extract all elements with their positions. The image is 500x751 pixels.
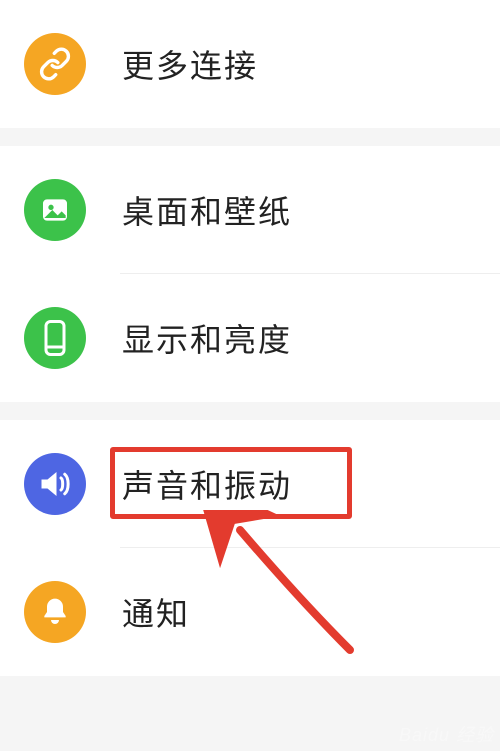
speaker-icon: [24, 453, 86, 515]
display-brightness-label: 显示和亮度: [122, 315, 292, 361]
settings-group: 桌面和壁纸 显示和亮度: [0, 146, 500, 402]
notifications-label: 通知: [122, 589, 190, 635]
more-connections-row[interactable]: 更多连接: [0, 0, 500, 128]
phone-icon: [24, 307, 86, 369]
watermark: Baidu 经验: [399, 721, 494, 747]
settings-group: 更多连接: [0, 0, 500, 128]
bell-icon: [24, 581, 86, 643]
sound-vibration-label: 声音和振动: [122, 461, 292, 507]
settings-group: 声音和振动 通知: [0, 420, 500, 676]
sound-vibration-row[interactable]: 声音和振动: [0, 420, 500, 548]
link-icon: [24, 33, 86, 95]
display-brightness-row[interactable]: 显示和亮度: [0, 274, 500, 402]
image-icon: [24, 179, 86, 241]
more-connections-label: 更多连接: [122, 41, 258, 87]
home-wallpaper-row[interactable]: 桌面和壁纸: [0, 146, 500, 274]
notifications-row[interactable]: 通知: [0, 548, 500, 676]
home-wallpaper-label: 桌面和壁纸: [122, 187, 292, 233]
